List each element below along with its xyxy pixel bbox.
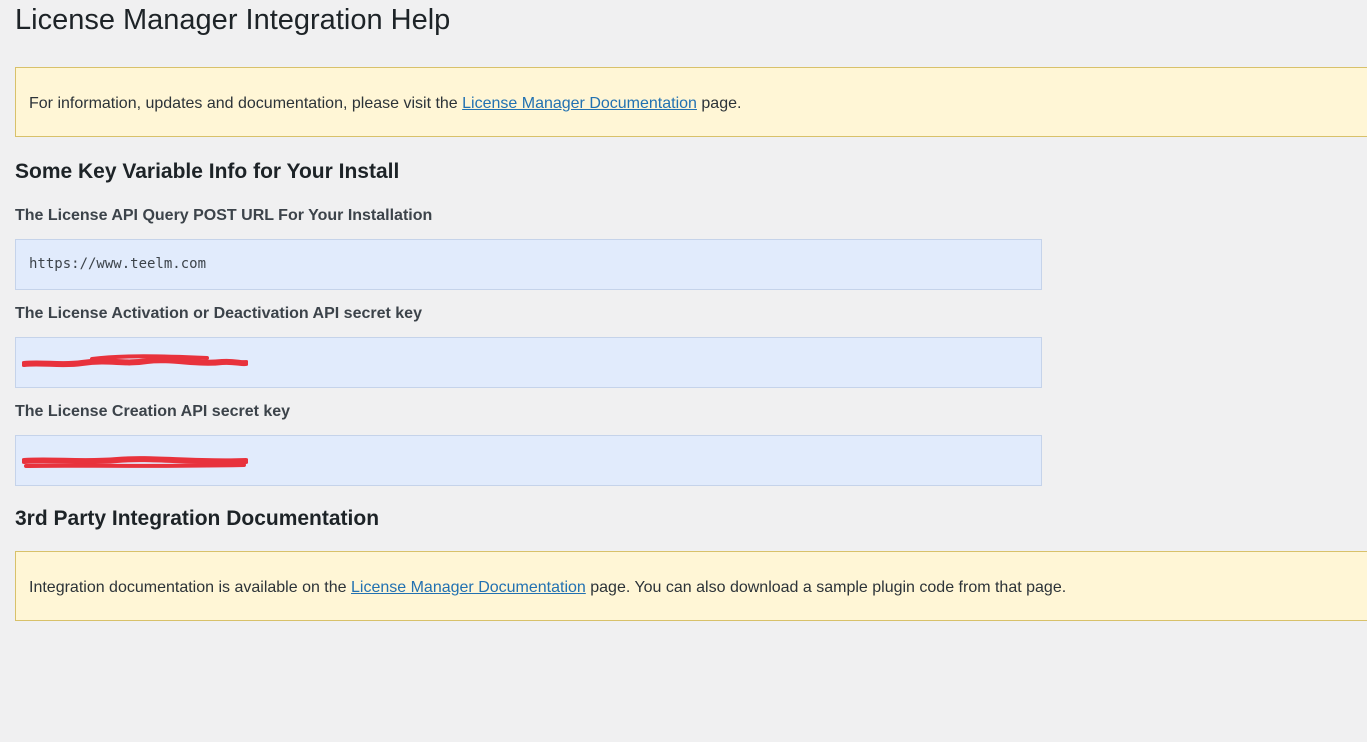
creation-key-box [15,435,1042,486]
creation-key-label: The License Creation API secret key [15,403,291,420]
integration-notice-text-before: Integration documentation is available o… [29,579,351,596]
license-manager-docs-link[interactable]: License Manager Documentation [462,95,697,112]
info-notice-text-before: For information, updates and documentati… [29,95,463,112]
info-notice-text: For information, updates and documentati… [29,94,741,114]
integration-notice: Integration documentation is available o… [15,551,1367,621]
integration-heading: 3rd Party Integration Documentation [15,507,380,530]
info-notice-text-after: page. [696,95,742,112]
api-query-url-box: https://www.teelm.com [15,239,1042,290]
info-notice: For information, updates and documentati… [15,67,1367,137]
integration-docs-link[interactable]: License Manager Documentation [351,579,586,596]
creation-key-redaction-mark [22,456,248,468]
activation-key-label: The License Activation or Deactivation A… [15,305,422,322]
api-query-url-label: The License API Query POST URL For Your … [15,207,433,224]
key-info-heading: Some Key Variable Info for Your Install [15,160,400,183]
api-query-url-value: https://www.teelm.com [29,256,207,272]
page-wrapper: License Manager Integration Help For inf… [0,0,1367,742]
integration-notice-text: Integration documentation is available o… [29,578,1066,598]
activation-key-box [15,337,1042,388]
page-title: License Manager Integration Help [15,4,451,36]
integration-notice-text-after: page. You can also download a sample plu… [585,579,1067,596]
activation-key-redaction-mark [22,354,248,368]
